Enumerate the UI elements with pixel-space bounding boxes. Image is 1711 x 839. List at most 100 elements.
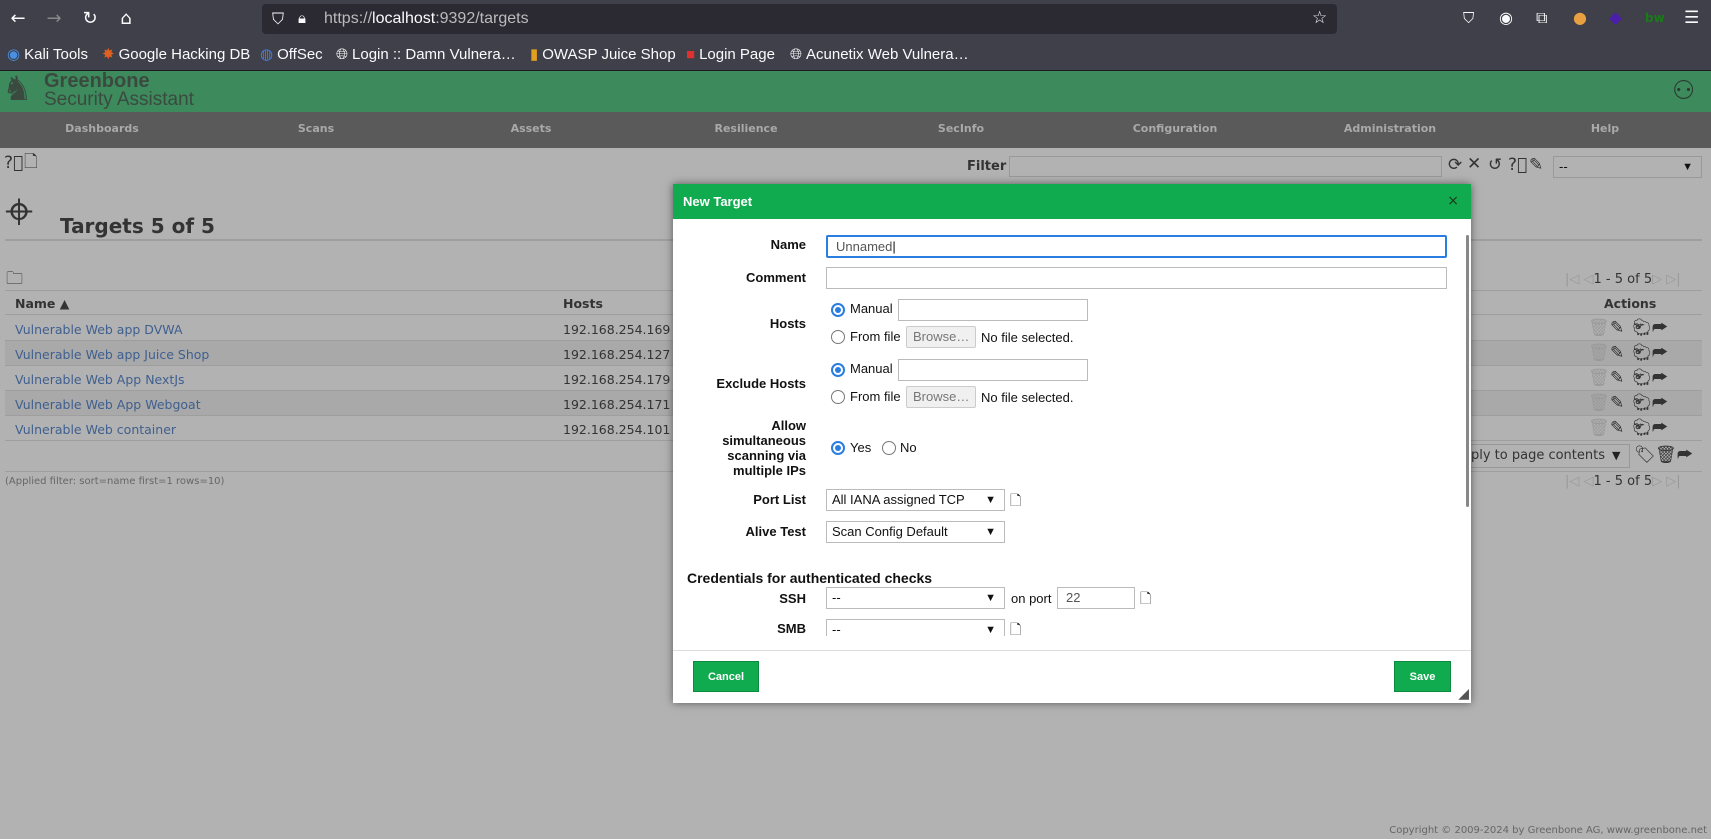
- export-icon[interactable]: ⮫: [1652, 420, 1668, 437]
- user-icon[interactable]: ⚇: [1672, 76, 1695, 106]
- allow-yes-radio[interactable]: [831, 441, 845, 455]
- trash-icon[interactable]: 🗑︎: [1588, 420, 1610, 437]
- trash-icon[interactable]: 🗑︎: [1588, 395, 1610, 412]
- hosts-browse-button[interactable]: Browse…: [906, 326, 977, 348]
- bulk-export-icon[interactable]: ⮫: [1677, 447, 1693, 464]
- bookmark-google-hacking-db[interactable]: ✸ Google Hacking DB: [102, 44, 250, 66]
- hosts-manual-radio[interactable]: [831, 303, 845, 317]
- ssh-credential-select[interactable]: --: [826, 587, 1005, 609]
- first-page-icon[interactable]: |◁: [1565, 474, 1579, 489]
- lock-icon[interactable]: 🔒︎: [298, 9, 306, 27]
- bitwarden-icon[interactable]: bw: [1645, 11, 1665, 25]
- export-icon[interactable]: ⮫: [1652, 395, 1668, 412]
- filter-input[interactable]: [1009, 156, 1442, 177]
- smb-credential-select[interactable]: --: [826, 619, 1005, 636]
- export-icon[interactable]: ⮫: [1652, 370, 1668, 387]
- tag-icon[interactable]: 🏷︎: [1634, 447, 1656, 464]
- back-icon[interactable]: ←: [6, 8, 30, 29]
- bookmark-offsec[interactable]: ◍ OffSec: [260, 44, 323, 66]
- edit-filter-icon[interactable]: ✎: [1529, 157, 1543, 174]
- column-name[interactable]: Name ▲: [15, 296, 69, 311]
- folder-icon[interactable]: 🗀: [6, 271, 23, 288]
- prev-page-icon[interactable]: ◁: [1584, 474, 1594, 489]
- nav-scans[interactable]: Scans: [298, 122, 334, 135]
- pocket-icon[interactable]: ⛉: [1463, 9, 1474, 27]
- next-page-icon[interactable]: ▷: [1652, 474, 1662, 489]
- allow-no-radio[interactable]: [882, 441, 896, 455]
- extension-purple-icon[interactable]: ◆: [1609, 8, 1622, 28]
- nav-administration[interactable]: Administration: [1344, 122, 1436, 135]
- new-smb-credential-icon[interactable]: 🗋︎: [1010, 619, 1021, 636]
- target-name-link[interactable]: Vulnerable Web app Juice Shop: [15, 347, 209, 362]
- trash-icon[interactable]: 🗑︎: [1588, 370, 1610, 387]
- shield-icon[interactable]: ⛉: [272, 9, 284, 29]
- edit-icon[interactable]: ✎: [1610, 370, 1624, 387]
- edit-icon[interactable]: ✎: [1610, 420, 1624, 437]
- clone-icon[interactable]: 🐑︎: [1631, 395, 1653, 412]
- trash-icon[interactable]: 🗑︎: [1588, 345, 1610, 362]
- ssh-port-input[interactable]: 22: [1057, 587, 1135, 609]
- reload-icon[interactable]: ↻: [78, 8, 102, 29]
- clone-icon[interactable]: 🐑︎: [1631, 420, 1653, 437]
- alive-test-select[interactable]: Scan Config Default: [826, 521, 1005, 543]
- help-icon[interactable]: ?⃝: [4, 155, 23, 172]
- export-icon[interactable]: ⮫: [1652, 345, 1668, 362]
- menu-icon[interactable]: ☰: [1684, 8, 1699, 28]
- close-icon[interactable]: ×: [1447, 184, 1459, 219]
- port-list-select[interactable]: All IANA assigned TCP: [826, 489, 1005, 511]
- nav-resilience[interactable]: Resilience: [714, 122, 777, 135]
- extensions-icon[interactable]: ⧉: [1536, 8, 1547, 28]
- extension-blocker-icon[interactable]: ●: [1573, 8, 1587, 27]
- edit-icon[interactable]: ✎: [1610, 395, 1624, 412]
- bookmark-star-icon[interactable]: ☆: [1312, 8, 1327, 28]
- next-page-icon[interactable]: ▷: [1652, 272, 1662, 287]
- bookmark-dvwa-login[interactable]: 🌐︎ Login :: Damn Vulnera…: [336, 44, 516, 66]
- url-bar[interactable]: https://localhost:9392/targets: [262, 4, 1337, 34]
- clone-icon[interactable]: 🐑︎: [1631, 370, 1653, 387]
- filter-help-icon[interactable]: ?⃝: [1508, 157, 1527, 174]
- bookmark-juice-shop[interactable]: ▮ OWASP Juice Shop: [530, 44, 676, 66]
- bulk-action-select[interactable]: Apply to page contents: [1460, 444, 1630, 468]
- target-name-link[interactable]: Vulnerable Web App NextJs: [15, 372, 185, 387]
- home-icon[interactable]: ⌂: [114, 8, 138, 29]
- prev-page-icon[interactable]: ◁: [1584, 272, 1594, 287]
- nav-configuration[interactable]: Configuration: [1133, 122, 1218, 135]
- trash-icon[interactable]: 🗑︎: [1588, 320, 1610, 337]
- exclude-file-radio[interactable]: [831, 390, 845, 404]
- hosts-manual-input[interactable]: [898, 299, 1088, 321]
- column-hosts[interactable]: Hosts: [563, 296, 603, 311]
- bookmark-acunetix[interactable]: 🌐︎ Acunetix Web Vulnera…: [790, 44, 969, 66]
- comment-input[interactable]: [826, 267, 1447, 289]
- exclude-manual-radio[interactable]: [831, 363, 845, 377]
- filter-select[interactable]: --: [1553, 156, 1702, 178]
- nav-assets[interactable]: Assets: [511, 122, 552, 135]
- account-icon[interactable]: ◉: [1499, 8, 1513, 27]
- clear-filter-icon[interactable]: ✕: [1467, 156, 1481, 173]
- nav-secinfo[interactable]: SecInfo: [938, 122, 984, 135]
- dialog-scrollbar[interactable]: [1466, 235, 1469, 507]
- bookmark-kali-tools[interactable]: ◉ Kali Tools: [7, 44, 88, 66]
- refresh-filter-icon[interactable]: ⟳: [1448, 157, 1462, 174]
- save-button[interactable]: Save: [1394, 661, 1451, 692]
- reset-filter-icon[interactable]: ↺: [1488, 157, 1502, 174]
- edit-icon[interactable]: ✎: [1610, 320, 1624, 337]
- hosts-file-radio[interactable]: [831, 330, 845, 344]
- exclude-browse-button[interactable]: Browse…: [906, 386, 977, 408]
- forward-icon[interactable]: →: [42, 8, 66, 29]
- first-page-icon[interactable]: |◁: [1565, 272, 1579, 287]
- edit-icon[interactable]: ✎: [1610, 345, 1624, 362]
- nav-dashboards[interactable]: Dashboards: [65, 122, 139, 135]
- clone-icon[interactable]: 🐑︎: [1631, 345, 1653, 362]
- export-icon[interactable]: ⮫: [1652, 320, 1668, 337]
- target-name-link[interactable]: Vulnerable Web container: [15, 422, 176, 437]
- bookmark-login-page[interactable]: ■ Login Page: [686, 44, 775, 66]
- cancel-button[interactable]: Cancel: [693, 661, 759, 692]
- last-page-icon[interactable]: ▷|: [1666, 474, 1680, 489]
- target-name-link[interactable]: Vulnerable Web app DVWA: [15, 322, 183, 337]
- bulk-delete-icon[interactable]: 🗑︎: [1655, 447, 1677, 464]
- name-input[interactable]: Unnamed|: [826, 235, 1447, 258]
- target-name-link[interactable]: Vulnerable Web App Webgoat: [15, 397, 201, 412]
- new-target-icon[interactable]: 🗋︎: [24, 154, 38, 171]
- exclude-manual-input[interactable]: [898, 359, 1088, 381]
- new-port-list-icon[interactable]: 🗋︎: [1010, 490, 1021, 514]
